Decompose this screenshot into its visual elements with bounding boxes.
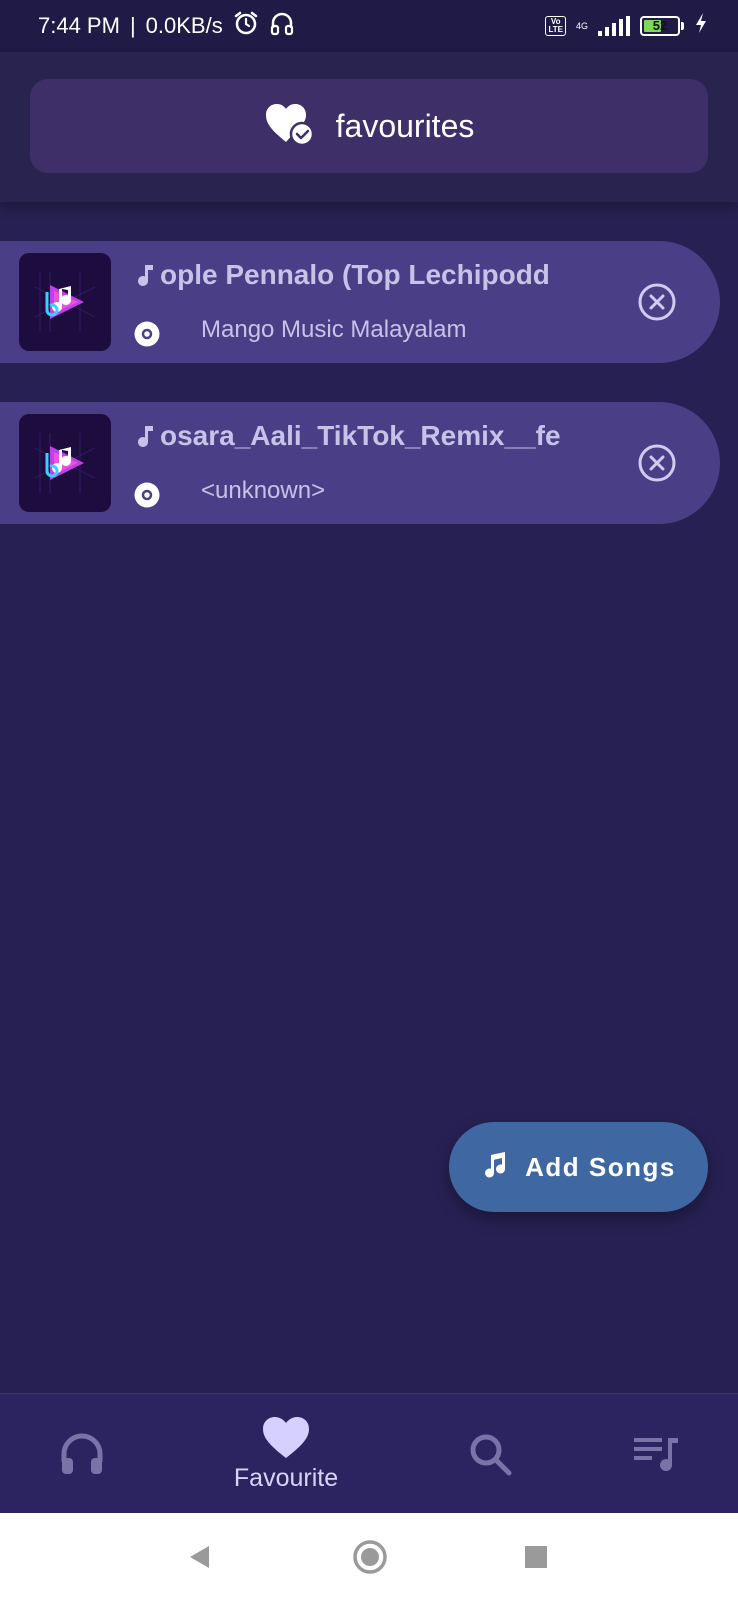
status-separator: | — [129, 13, 136, 38]
song-artist: Mango Music Malayalam — [201, 316, 467, 343]
search-icon — [470, 1434, 512, 1476]
album-art — [19, 414, 111, 512]
nav-label-favourite: Favourite — [233, 1463, 339, 1492]
status-time: 7:44 PM — [38, 13, 120, 38]
header-area: favourites — [0, 52, 738, 202]
music-app-icon — [34, 272, 96, 332]
status-left: 7:44 PM | 0.0KB/s — [38, 10, 295, 42]
nav-item-search[interactable] — [450, 1394, 530, 1514]
charging-icon — [694, 12, 708, 40]
bottom-nav: Favourite — [0, 1393, 738, 1513]
home-icon — [353, 1539, 387, 1574]
page-title: favourites — [335, 107, 475, 144]
close-circle-icon — [638, 444, 676, 482]
headset-icon — [269, 10, 295, 42]
heart-icon — [263, 1416, 309, 1458]
remove-favourite-button[interactable] — [637, 443, 677, 483]
volte-badge: Vo LTE — [545, 16, 566, 36]
alarm-icon — [233, 10, 259, 42]
battery-percent: 52 — [652, 18, 668, 33]
heart-check-icon — [264, 102, 314, 151]
back-button[interactable] — [176, 1513, 224, 1600]
disc-icon — [134, 321, 160, 352]
nav-item-player[interactable] — [42, 1394, 122, 1514]
back-icon — [190, 1545, 209, 1568]
remove-favourite-button[interactable] — [637, 282, 677, 322]
add-songs-label: Add Songs — [525, 1151, 676, 1182]
nav-item-favourite[interactable]: Favourite — [216, 1394, 356, 1514]
music-note-icon — [481, 1151, 509, 1184]
recents-button[interactable] — [512, 1513, 560, 1600]
music-note-icon — [138, 263, 158, 296]
home-button[interactable] — [346, 1513, 394, 1600]
song-title: ople Pennalo (Top Lechipodd — [160, 259, 550, 290]
recents-icon — [525, 1545, 547, 1568]
status-bar: 7:44 PM | 0.0KB/s Vo LTE 4G 52 — [0, 0, 738, 52]
signal-icon — [598, 16, 630, 36]
music-app-icon — [34, 433, 96, 493]
song-title: osara_Aali_TikTok_Remix__fe — [160, 420, 561, 451]
status-right: Vo LTE 4G 52 — [545, 12, 708, 40]
system-nav-bar — [0, 1513, 738, 1600]
header-card: favourites — [30, 79, 708, 173]
status-speed: 0.0KB/s — [145, 13, 223, 38]
song-item[interactable]: ople Pennalo (Top Lechipodd Mango Music … — [0, 241, 720, 363]
network-type: 4G — [575, 20, 588, 31]
playlist-icon — [634, 1438, 678, 1472]
add-songs-button[interactable]: Add Songs — [449, 1122, 708, 1212]
song-artist: <unknown> — [201, 477, 326, 504]
song-item[interactable]: osara_Aali_TikTok_Remix__fe <unknown> — [0, 402, 720, 524]
music-note-icon — [138, 424, 158, 457]
headphones-icon — [61, 1433, 103, 1474]
nav-item-playlist[interactable] — [616, 1394, 696, 1514]
disc-icon — [134, 482, 160, 513]
close-circle-icon — [638, 283, 676, 321]
battery-icon: 52 — [640, 16, 684, 36]
album-art — [19, 253, 111, 351]
